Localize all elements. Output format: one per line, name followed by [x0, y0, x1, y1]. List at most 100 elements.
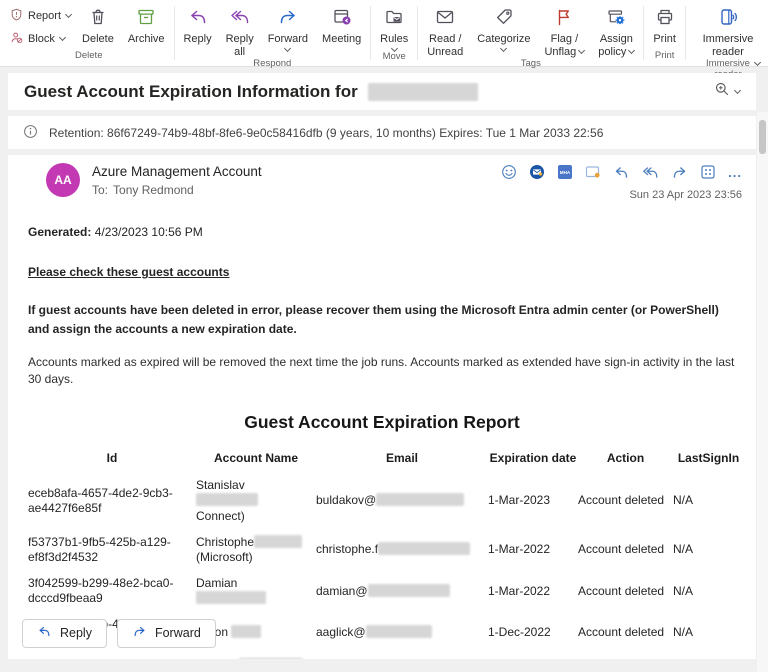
report-button[interactable]: Report: [10, 8, 71, 24]
delete-label: Delete: [82, 33, 114, 46]
meeting-button[interactable]: Meeting: [315, 0, 368, 46]
ribbon-collapse-chevron-icon[interactable]: [755, 52, 760, 70]
cell-id: 94687a75-7a3e-4001-b15e-7fc91cc7ac4e: [28, 653, 196, 659]
table-header-row: Id Account Name Email Expiration date Ac…: [28, 447, 744, 473]
to-label: To:: [92, 183, 108, 197]
message-action-icons: MHA ...: [501, 164, 742, 180]
redacted-text: [239, 658, 303, 659]
redacted-text: [366, 625, 432, 638]
forward-button[interactable]: Forward: [261, 0, 315, 51]
email-card: AA Azure Management Account To: Tony Red…: [8, 155, 756, 659]
reply-icon[interactable]: [613, 165, 630, 180]
reply-icon: [188, 7, 208, 30]
forward-icon: [132, 625, 147, 641]
addin-envelope-icon[interactable]: [529, 164, 545, 180]
rules-button[interactable]: Rules: [373, 0, 415, 51]
policy-box-gear-icon: [606, 7, 626, 30]
cell-action: Account deleted: [578, 612, 673, 653]
group-label-move: Move: [373, 51, 415, 67]
scrollbar-thumb[interactable]: [759, 120, 766, 154]
reply-all-button[interactable]: Replyall: [219, 0, 261, 58]
avatar[interactable]: AA: [46, 163, 80, 197]
toolbar-separator: [370, 6, 371, 60]
immersive-reader-icon: [718, 7, 738, 30]
print-button[interactable]: Print: [646, 0, 683, 46]
reply-button-footer[interactable]: Reply: [22, 619, 107, 648]
group-label-delete: Delete: [6, 50, 172, 66]
forward-icon: [278, 7, 298, 30]
col-header-lastsignin: LastSignIn: [673, 447, 744, 473]
report-shield-icon: [10, 8, 23, 24]
immersive-reader-label: Immersive: [703, 33, 754, 45]
forward-button-footer[interactable]: Forward: [117, 619, 216, 648]
chevron-down-icon: [578, 47, 585, 54]
redacted-text: [196, 493, 258, 506]
block-button[interactable]: Block: [10, 31, 71, 47]
zoom-control-button[interactable]: [714, 81, 740, 102]
cell-expiration: 1-Apr-2023: [488, 653, 578, 659]
archive-button[interactable]: Archive: [121, 0, 172, 46]
cell-lastsignin: N/A: [673, 571, 744, 612]
report-title: Guest Account Expiration Report: [28, 412, 736, 433]
immersive-reader-button[interactable]: Immersivereader: [696, 0, 761, 58]
flag-icon: [554, 7, 574, 30]
scrollbar[interactable]: [757, 112, 768, 672]
cell-action: Account deleted: [578, 571, 673, 612]
col-header-email: Email: [316, 447, 488, 473]
generated-label: Generated:: [28, 225, 91, 239]
archive-box-icon: [136, 7, 156, 30]
cell-lastsignin: N.A: [673, 653, 744, 659]
recipient-name[interactable]: Tony Redmond: [113, 183, 194, 197]
cell-expiration: 1-Mar-2022: [488, 530, 578, 571]
cell-action: Account deleted: [578, 530, 673, 571]
print-label: Print: [653, 33, 676, 46]
cell-email: aaglick@: [316, 612, 488, 653]
cell-account-name: Christophe(Microsoft): [196, 530, 316, 571]
more-options-icon[interactable]: ...: [728, 165, 742, 180]
chevron-down-icon: [628, 47, 635, 54]
toolbar-group-respond: Reply Replyall Forward Meeting: [176, 0, 368, 66]
emoji-reaction-icon[interactable]: [501, 164, 517, 180]
cell-lastsignin: N/A: [673, 612, 744, 653]
categorize-button[interactable]: Categorize: [470, 0, 537, 51]
categorize-label: Categorize: [477, 33, 530, 46]
assign-policy-button[interactable]: Assignpolicy: [591, 0, 641, 58]
cell-id: 3f042599-b299-48e2-bca0-dcccd9fbeaa9: [28, 571, 196, 612]
toolbar-separator: [685, 6, 686, 60]
apps-grid-icon[interactable]: [700, 164, 716, 180]
chevron-down-icon: [59, 34, 66, 41]
reply-footer-label: Reply: [60, 626, 92, 640]
forward-label: Forward: [268, 33, 308, 46]
table-row: f53737b1-9fb5-425b-a129-ef8f3d2f4532 Chr…: [28, 530, 744, 571]
archive-label: Archive: [128, 33, 165, 46]
col-header-action: Action: [578, 447, 673, 473]
reply-label: Reply: [183, 33, 211, 46]
redacted-text: [378, 542, 470, 555]
cell-account-name: Stanislav Connect): [196, 473, 316, 530]
cell-email: damian@: [316, 571, 488, 612]
recovery-instructions: If guest accounts have been deleted in e…: [28, 301, 736, 338]
retention-text: Retention: 86f67249-74b9-48bf-8fe6-9e0c5…: [49, 126, 603, 140]
trash-icon: [88, 7, 108, 30]
group-label-tags: Tags: [420, 58, 641, 74]
footer-actions: Reply Forward: [22, 619, 216, 648]
flag-unflag-button[interactable]: Flag /Unflag: [537, 0, 591, 58]
chevron-down-icon: [734, 86, 741, 93]
delete-button[interactable]: Delete: [75, 0, 121, 46]
addin-window-icon[interactable]: [585, 164, 601, 180]
group-label-respond: Respond: [176, 58, 368, 74]
magnifier-zoom-icon: [714, 81, 730, 102]
expiry-note: Accounts marked as expired will be remov…: [28, 354, 736, 388]
read-unread-button[interactable]: Read /Unread: [420, 0, 470, 58]
reply-button[interactable]: Reply: [176, 0, 218, 46]
col-header-expiration-date: Expiration date: [488, 447, 578, 473]
forward-icon[interactable]: [671, 165, 688, 180]
col-header-id: Id: [28, 447, 196, 473]
mha-addin-icon[interactable]: MHA: [557, 164, 573, 180]
reply-all-icon[interactable]: [642, 165, 659, 180]
toolbar-group-print: Print Print: [646, 0, 683, 66]
toolbar-group-move: Rules Move: [373, 0, 415, 66]
cell-expiration: 1-Dec-2022: [488, 612, 578, 653]
reply-all-label: Reply: [226, 33, 254, 45]
cell-id: f53737b1-9fb5-425b-a129-ef8f3d2f4532: [28, 530, 196, 571]
